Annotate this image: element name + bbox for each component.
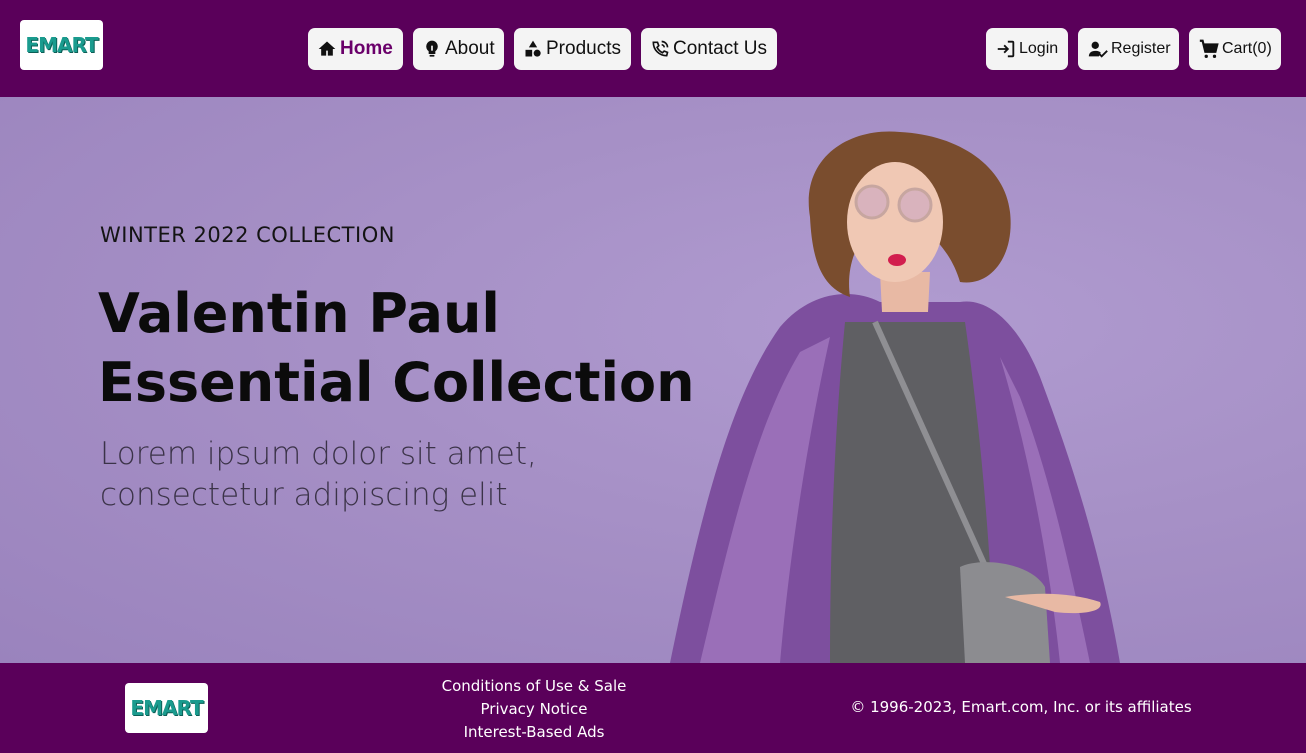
nav-home-button[interactable]: Home: [308, 28, 403, 70]
hero-eyebrow: WINTER 2022 COLLECTION: [100, 223, 395, 247]
footer-link-ads[interactable]: Interest-Based Ads: [464, 721, 605, 744]
emart-logo[interactable]: EMART: [20, 20, 103, 70]
phone-signal-icon: [652, 40, 669, 57]
cart-icon: [1199, 39, 1219, 58]
login-button[interactable]: Login: [986, 28, 1068, 70]
footer-link-privacy[interactable]: Privacy Notice: [481, 698, 588, 721]
hero-title-line2: Essential Collection: [98, 351, 695, 414]
footer-link-conditions[interactable]: Conditions of Use & Sale: [442, 675, 627, 698]
site-footer: EMART Conditions of Use & Sale Privacy N…: [0, 663, 1306, 753]
login-label: Login: [1019, 40, 1059, 57]
hero-title: Valentin Paul Essential Collection: [98, 279, 698, 417]
nav-contact-button[interactable]: Contact Us: [641, 28, 777, 70]
logo-text: EMART: [25, 33, 98, 57]
register-label: Register: [1111, 40, 1171, 57]
cart-button[interactable]: Cart(0): [1189, 28, 1281, 70]
shapes-icon: [525, 40, 541, 57]
nav-products-label: Products: [546, 38, 621, 59]
cart-label: Cart(0): [1222, 40, 1272, 57]
user-check-icon: [1088, 41, 1108, 58]
hero-subtitle-line1: Lorem ipsum dolor sit amet,: [100, 436, 537, 472]
footer-logo-text: EMART: [130, 696, 203, 720]
hero-subtitle-line2: consectetur adipiscing elit: [100, 477, 508, 513]
login-icon: [997, 40, 1015, 58]
lightbulb-icon: [426, 40, 438, 57]
copyright-text: © 1996-2023, Emart.com, Inc. or its affi…: [850, 698, 1192, 716]
hero-model-image: [670, 131, 1120, 663]
nav-home-label: Home: [340, 38, 393, 59]
register-button[interactable]: Register: [1078, 28, 1179, 70]
nav-contact-label: Contact Us: [673, 38, 767, 59]
footer-emart-logo[interactable]: EMART: [125, 683, 208, 733]
nav-products-button[interactable]: Products: [514, 28, 631, 70]
nav-about-button[interactable]: About: [413, 28, 504, 70]
home-icon: [318, 41, 336, 56]
hero-banner: WINTER 2022 COLLECTION Valentin Paul Ess…: [0, 97, 1306, 663]
site-header: EMART Home About Products Contact Us Log…: [0, 0, 1306, 97]
footer-links: Conditions of Use & Sale Privacy Notice …: [400, 675, 668, 744]
hero-subtitle: Lorem ipsum dolor sit amet, consectetur …: [100, 434, 660, 516]
hero-title-line1: Valentin Paul: [98, 282, 500, 345]
nav-about-label: About: [445, 38, 495, 59]
